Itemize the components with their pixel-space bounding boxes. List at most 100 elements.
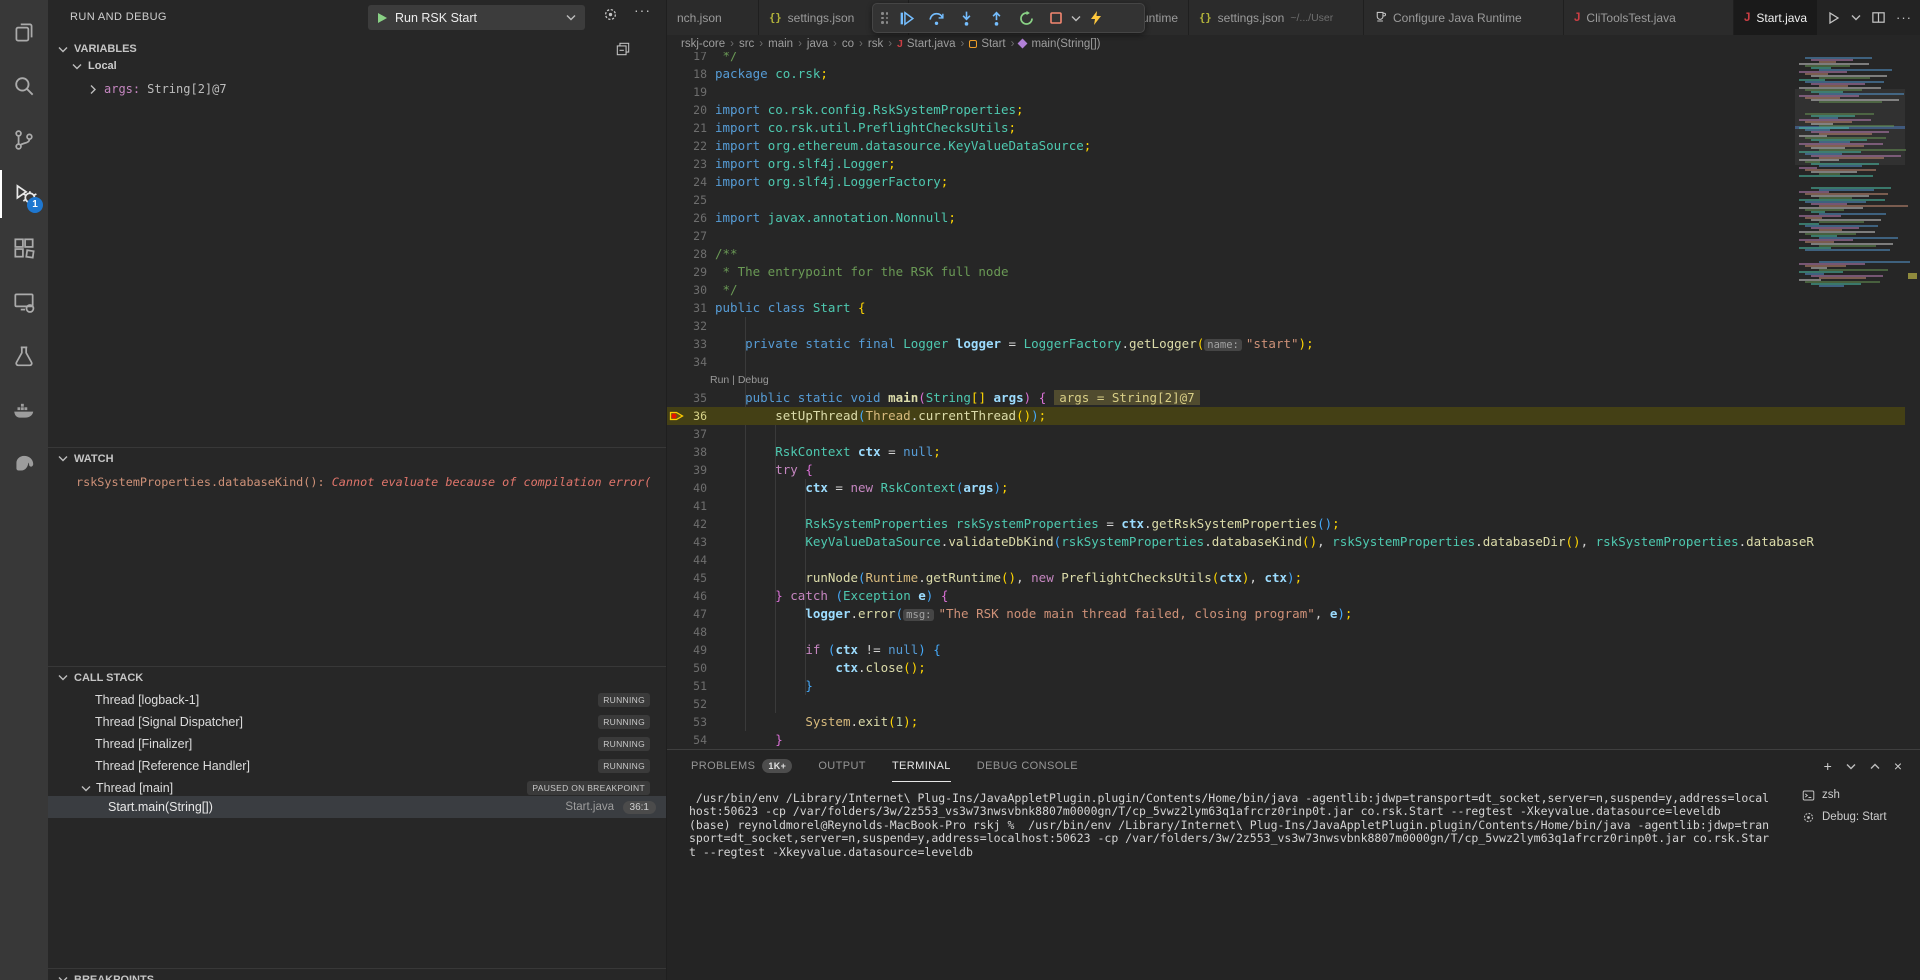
minimap[interactable]: [1795, 52, 1905, 352]
panel-tab-problems[interactable]: PROBLEMS1K+: [691, 750, 792, 782]
watch-expression-row[interactable]: rskSystemProperties.databaseKind(): Cann…: [76, 475, 651, 489]
tab-nch-json[interactable]: nch.json: [667, 0, 759, 35]
code-line-17[interactable]: 17 */: [667, 52, 1905, 65]
more-actions-icon[interactable]: ···: [634, 2, 651, 18]
code-line-38[interactable]: 38 RskContext ctx = null;: [667, 443, 1905, 461]
code-line-20[interactable]: 20import co.rsk.config.RskSystemProperti…: [667, 101, 1905, 119]
call-stack-thread-thread-logback-1[interactable]: Thread [logback-1]RUNNING: [48, 689, 666, 711]
code-line-31[interactable]: 31public class Start {: [667, 299, 1905, 317]
tab-settings-json[interactable]: {}settings.json~/.../User: [1189, 0, 1364, 35]
run-debug-icon[interactable]: 1: [0, 170, 48, 218]
code-line-52[interactable]: 52: [667, 695, 1905, 713]
code-line-27[interactable]: 27: [667, 227, 1905, 245]
overview-ruler[interactable]: [1905, 52, 1920, 749]
code-line-24[interactable]: 24import org.slf4j.LoggerFactory;: [667, 173, 1905, 191]
code-line-30[interactable]: 30 */: [667, 281, 1905, 299]
drag-handle[interactable]: [877, 12, 891, 24]
extensions-icon[interactable]: [0, 224, 48, 272]
breadcrumb-item[interactable]: java: [807, 38, 828, 50]
code-line-49[interactable]: 49 if (ctx != null) {: [667, 641, 1905, 659]
code-line-25[interactable]: 25: [667, 191, 1905, 209]
breadcrumb-item[interactable]: src: [739, 38, 754, 50]
step-over-icon[interactable]: [921, 5, 951, 31]
code-line-18[interactable]: 18package co.rsk;: [667, 65, 1905, 83]
code-line-29[interactable]: 29 * The entrypoint for the RSK full nod…: [667, 263, 1905, 281]
code-line-43[interactable]: 43 KeyValueDataSource.validateDbKind(rsk…: [667, 533, 1905, 551]
search-icon[interactable]: [0, 62, 48, 110]
breadcrumb-item[interactable]: main: [768, 38, 793, 50]
code-line-34[interactable]: 34: [667, 353, 1905, 371]
code-line-36[interactable]: 36 setUpThread(Thread.currentThread());: [667, 407, 1905, 425]
source-control-icon[interactable]: [0, 116, 48, 164]
breadcrumb-item[interactable]: rskj-core: [681, 38, 725, 50]
panel-tab-terminal[interactable]: TERMINAL: [892, 750, 951, 782]
breadcrumb-file[interactable]: Start.java: [907, 38, 956, 50]
step-into-icon[interactable]: [951, 5, 981, 31]
watch-section-header[interactable]: WATCH: [48, 447, 666, 469]
run-configuration-dropdown[interactable]: Run RSK Start: [368, 5, 585, 30]
restart-icon[interactable]: [1011, 5, 1041, 31]
step-out-icon[interactable]: [981, 5, 1011, 31]
more-icon[interactable]: ···: [1896, 10, 1912, 25]
code-line-32[interactable]: 32: [667, 317, 1905, 335]
collapse-all-icon[interactable]: [616, 42, 630, 56]
panel-tab-output[interactable]: OUTPUT: [818, 750, 866, 782]
code-line-37[interactable]: 37: [667, 425, 1905, 443]
hot-code-replace-icon[interactable]: [1081, 5, 1111, 31]
terminal-tab-zsh[interactable]: zsh: [1792, 784, 1920, 806]
call-stack-section-header[interactable]: CALL STACK: [48, 666, 666, 688]
code-editor[interactable]: 17 */18package co.rsk;1920import co.rsk.…: [667, 52, 1920, 749]
code-line-44[interactable]: 44: [667, 551, 1905, 569]
call-stack-thread-thread-signal-dispatcher[interactable]: Thread [Signal Dispatcher]RUNNING: [48, 711, 666, 733]
code-line-19[interactable]: 19: [667, 83, 1905, 101]
code-line-51[interactable]: 51 }: [667, 677, 1905, 695]
gear-icon[interactable]: [603, 7, 618, 22]
code-line-23[interactable]: 23import org.slf4j.Logger;: [667, 155, 1905, 173]
code-line-28[interactable]: 28/**: [667, 245, 1905, 263]
code-line-33[interactable]: 33 private static final Logger logger = …: [667, 335, 1905, 353]
code-line-21[interactable]: 21import co.rsk.util.PreflightChecksUtil…: [667, 119, 1905, 137]
docker-icon[interactable]: [0, 386, 48, 434]
code-line-46[interactable]: 46 } catch (Exception e) {: [667, 587, 1905, 605]
breakpoints-section-header[interactable]: BREAKPOINTS: [48, 968, 666, 980]
codelens-row[interactable]: Run | Debug: [667, 371, 1905, 389]
call-stack-thread-thread-reference-handler[interactable]: Thread [Reference Handler]RUNNING: [48, 755, 666, 777]
terminal-tab-debug-start[interactable]: Debug: Start: [1792, 806, 1920, 828]
test-beaker-icon[interactable]: [0, 332, 48, 380]
breadcrumb-item[interactable]: co: [842, 38, 854, 50]
stack-frame-row[interactable]: Start.main(String[]) Start.java 36:1: [48, 796, 666, 818]
remote-explorer-icon[interactable]: [0, 278, 48, 326]
call-stack-thread-thread-finalizer[interactable]: Thread [Finalizer]RUNNING: [48, 733, 666, 755]
terminal-output[interactable]: /usr/bin/env /Library/Internet\ Plug-Ins…: [689, 792, 1769, 859]
breadcrumb-class[interactable]: Start: [981, 38, 1005, 50]
files-icon[interactable]: [0, 8, 48, 56]
tab-configure-java-runtime[interactable]: Configure Java Runtime: [1364, 0, 1564, 35]
code-line-35[interactable]: 35 public static void main(String[] args…: [667, 389, 1905, 407]
code-line-22[interactable]: 22import org.ethereum.datasource.KeyValu…: [667, 137, 1905, 155]
terminal-dropdown-chevron-icon[interactable]: [1846, 763, 1856, 770]
code-line-26[interactable]: 26import javax.annotation.Nonnull;: [667, 209, 1905, 227]
code-line-48[interactable]: 48: [667, 623, 1905, 641]
code-line-50[interactable]: 50 ctx.close();: [667, 659, 1905, 677]
close-panel-icon[interactable]: ×: [1894, 758, 1902, 774]
new-terminal-icon[interactable]: +: [1824, 758, 1832, 774]
code-line-41[interactable]: 41: [667, 497, 1905, 515]
maximize-panel-icon[interactable]: [1870, 763, 1880, 770]
gradle-icon[interactable]: [0, 440, 48, 488]
stop-icon[interactable]: [1041, 5, 1071, 31]
tab-clitoolstest-java[interactable]: JCliToolsTest.java: [1564, 0, 1734, 35]
code-line-54[interactable]: 54 }: [667, 731, 1905, 749]
split-editor-icon[interactable]: [1871, 10, 1886, 25]
variables-section-header[interactable]: VARIABLES: [48, 38, 666, 60]
run-icon[interactable]: [1825, 10, 1841, 26]
code-line-47[interactable]: 47 logger.error(msg:"The RSK node main t…: [667, 605, 1905, 623]
breadcrumb-item[interactable]: rsk: [868, 38, 883, 50]
code-line-42[interactable]: 42 RskSystemProperties rskSystemProperti…: [667, 515, 1905, 533]
stop-dropdown-chevron-icon[interactable]: [1071, 15, 1081, 22]
code-line-53[interactable]: 53 System.exit(1);: [667, 713, 1905, 731]
code-line-39[interactable]: 39 try {: [667, 461, 1905, 479]
codelens-run-debug[interactable]: Run | Debug: [710, 371, 769, 389]
code-line-45[interactable]: 45 runNode(Runtime.getRuntime(), new Pre…: [667, 569, 1905, 587]
variables-scope-local[interactable]: Local: [72, 60, 117, 72]
variable-args-row[interactable]: args: String[2]@7: [88, 82, 227, 96]
